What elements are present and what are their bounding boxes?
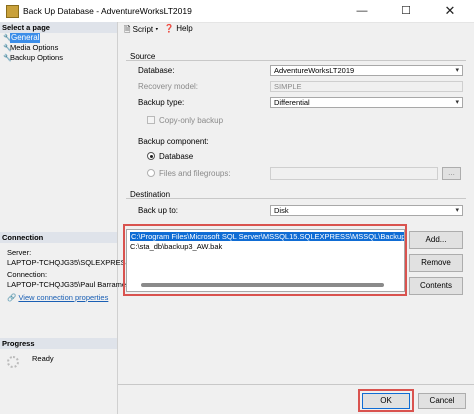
destination-divider: [126, 198, 466, 199]
minimize-button[interactable]: —: [340, 0, 384, 22]
select-page-header: Select a page: [0, 22, 117, 33]
progress-spinner-icon: [7, 356, 19, 368]
copy-only-checkbox[interactable]: [147, 116, 155, 124]
backup-type-label: Backup type:: [138, 98, 185, 107]
remove-button[interactable]: Remove: [409, 254, 463, 272]
back-up-to-select[interactable]: Disk ▾: [270, 205, 463, 216]
copy-only-label: Copy-only backup: [159, 116, 224, 125]
database-label: Database:: [138, 66, 175, 75]
backup-type-value: Differential: [274, 98, 310, 107]
component-files-label: Files and filegroups:: [159, 169, 231, 178]
backup-type-select[interactable]: Differential ▾: [270, 97, 463, 108]
source-divider: [126, 60, 466, 61]
page-backup-options-label: Backup Options: [10, 53, 63, 62]
close-button[interactable]: ✕: [428, 0, 472, 22]
script-icon: 🗎: [124, 25, 131, 34]
files-filegroups-field: [270, 167, 438, 180]
left-pane: Select a page 🔧 General 🔧Media Options 🔧B…: [0, 22, 131, 414]
page-general-label: General: [10, 33, 41, 43]
page-media-options-label: Media Options: [10, 43, 59, 52]
ok-highlight-box: [358, 389, 414, 412]
help-icon: ❓: [164, 24, 174, 33]
recovery-model-field: SIMPLE: [270, 81, 463, 92]
progress-status: Ready: [32, 354, 54, 363]
database-select[interactable]: AdventureWorksLT2019 ▾: [270, 65, 463, 76]
chevron-down-icon: ▾: [455, 99, 459, 106]
maximize-button[interactable]: ☐: [384, 0, 428, 22]
wrench-icon: 🔧: [3, 55, 12, 62]
help-label: Help: [176, 24, 193, 33]
connection-label: Connection:: [7, 270, 48, 279]
view-connection-properties-link[interactable]: View connection properties: [18, 293, 108, 302]
component-database-label: Database: [159, 152, 194, 161]
component-database-radio[interactable]: [147, 152, 155, 160]
add-button[interactable]: Add...: [409, 231, 463, 249]
backup-component-label: Backup component:: [138, 137, 209, 146]
app-icon: [6, 5, 19, 18]
page-general[interactable]: 🔧 General: [3, 33, 41, 43]
recovery-model-value: SIMPLE: [274, 82, 302, 91]
progress-header: Progress: [0, 338, 117, 349]
connection-value: LAPTOP-TCHQJG35\Paul Barrame: [7, 280, 127, 289]
script-label: Script: [132, 25, 154, 34]
chevron-down-icon: ▾: [455, 67, 459, 74]
chevron-down-icon: ▾: [155, 25, 159, 34]
page-backup-options[interactable]: 🔧Backup Options: [3, 53, 63, 63]
server-value: LAPTOP-TCHQJG35\SQLEXPRESS: [7, 258, 131, 267]
page-media-options[interactable]: 🔧Media Options: [3, 43, 58, 53]
view-connection-row: 🔗 View connection properties: [7, 293, 108, 302]
back-up-to-value: Disk: [274, 206, 289, 215]
help-button[interactable]: ❓ Help: [164, 24, 193, 33]
script-button[interactable]: 🗎 Script ▾: [124, 24, 158, 38]
footer-divider: [118, 384, 474, 385]
cancel-button[interactable]: Cancel: [418, 393, 466, 409]
connection-header: Connection: [0, 232, 117, 243]
browse-files-button[interactable]: ...: [442, 167, 461, 180]
destination-highlight-box: [123, 224, 407, 296]
contents-button[interactable]: Contents: [409, 277, 463, 295]
component-files-radio[interactable]: [147, 169, 155, 177]
server-label: Server:: [7, 248, 32, 257]
back-up-to-label: Back up to:: [138, 206, 179, 215]
window-title: Back Up Database - AdventureWorksLT2019: [23, 6, 192, 16]
database-value: AdventureWorksLT2019: [274, 66, 355, 75]
recovery-model-label: Recovery model:: [138, 82, 199, 91]
link-icon: 🔗: [7, 293, 17, 302]
chevron-down-icon: ▾: [455, 207, 459, 214]
